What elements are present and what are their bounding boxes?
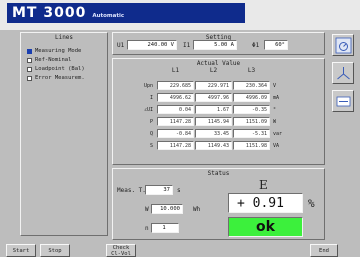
check-button[interactable]: Check Cl-Vol [106,244,136,257]
energy-unit: Wh [193,206,201,213]
error-value: + 0.91 [237,196,284,211]
line-label: Error Measurem. [35,75,85,81]
count-field: 1 [151,223,179,233]
result-ok-indicator: ok [228,217,303,237]
app-title-box: MT 3000 Automatic [7,3,245,23]
phi-setting-field[interactable]: 60° [264,40,288,50]
row-label: ∠UI [143,107,153,113]
side-button-error[interactable] [332,90,354,112]
meas-time-field: 37 [145,185,173,195]
line-label: Ref-Nominal [35,57,72,63]
title-bar: MT 3000 Automatic [0,0,360,30]
error-result-box: + 0.91 [228,193,303,213]
checkbox-icon [27,66,32,72]
table-cell: 1151.09 [233,117,270,126]
table-cell: 1147.28 [157,117,194,126]
i-setting-field[interactable]: 5.00 A [193,40,237,50]
u-setting-label: U1 [117,42,125,49]
check-button-sublabel: Cl-Vol [111,250,131,257]
column-header-l1: L1 [171,67,180,74]
meas-time-unit: s [177,187,181,194]
line-item-error-measurement[interactable]: Error Measurem. [27,74,85,82]
meas-time-label: Meas. T. [117,187,146,194]
phi-setting-label: Φ1 [252,42,260,49]
mode-label: Automatic [92,13,125,19]
lines-title: Lines [54,34,74,41]
side-button-vector[interactable] [332,62,354,84]
table-cell: 4996.62 [157,93,194,102]
row-unit: var [273,131,283,137]
u-setting-field[interactable]: 240.00 V [127,40,177,50]
table-cell: 1147.28 [157,141,194,150]
row-unit: ° [273,107,277,113]
row-label: S [149,143,153,149]
row-label: P [149,119,153,125]
row-unit: mA [273,95,280,101]
column-header-l2: L2 [209,67,218,74]
table-cell: -0.84 [157,129,194,138]
table-cell: 229.685 [157,81,194,90]
table-cell: 0.04 [157,105,194,114]
screen: MT 3000 Automatic Lines Measuring Mode R… [0,0,360,257]
row-label: Upn [143,83,153,89]
line-item-ref-nominal[interactable]: Ref-Nominal [27,56,71,64]
app-title: MT 3000 [12,5,87,21]
side-button-value[interactable] [332,34,354,56]
start-button[interactable]: Start [6,244,36,257]
error-unit: % [308,197,315,210]
row-unit: V [273,83,277,89]
error-symbol: E [259,178,268,192]
lines-panel: Lines Measuring Mode Ref-Nominal Loadpoi… [20,32,108,236]
table-cell: 4997.96 [195,93,232,102]
end-button[interactable]: End [310,244,338,257]
table-cell: 1.67 [195,105,232,114]
line-label: Measuring Mode [35,48,82,54]
row-label: I [149,95,153,101]
table-cell: 229.971 [195,81,232,90]
status-title: Status [207,170,230,177]
row-unit: W [273,119,277,125]
table-cell: -0.35 [233,105,270,114]
table-cell: -5.31 [233,129,270,138]
vector-icon [337,67,350,80]
table-cell: 230.364 [233,81,270,90]
row-unit: VA [273,143,280,149]
dial-icon [335,37,352,54]
table-cell: 4996.09 [233,93,270,102]
error-display-icon [336,96,351,107]
table-cell: 1151.98 [233,141,270,150]
checkbox-icon [27,48,32,54]
line-item-loadpoint[interactable]: Loadpoint (Bal) [27,65,85,73]
table-cell: 1145.94 [195,117,232,126]
i-setting-label: I1 [183,42,191,49]
checkbox-icon [27,75,32,81]
row-label: Q [149,131,153,137]
line-item-measuring-mode[interactable]: Measuring Mode [27,47,81,55]
count-prefix: n [145,225,149,232]
column-header-l3: L3 [247,67,256,74]
table-cell: 1149.43 [195,141,232,150]
energy-prefix: W [145,206,149,213]
checkbox-icon [27,57,32,63]
energy-field: 10.000 [151,204,183,214]
line-label: Loadpoint (Bal) [35,66,85,72]
table-cell: 33.45 [195,129,232,138]
actual-value-title: Actual Value [196,60,241,67]
stop-button[interactable]: Stop [40,244,70,257]
